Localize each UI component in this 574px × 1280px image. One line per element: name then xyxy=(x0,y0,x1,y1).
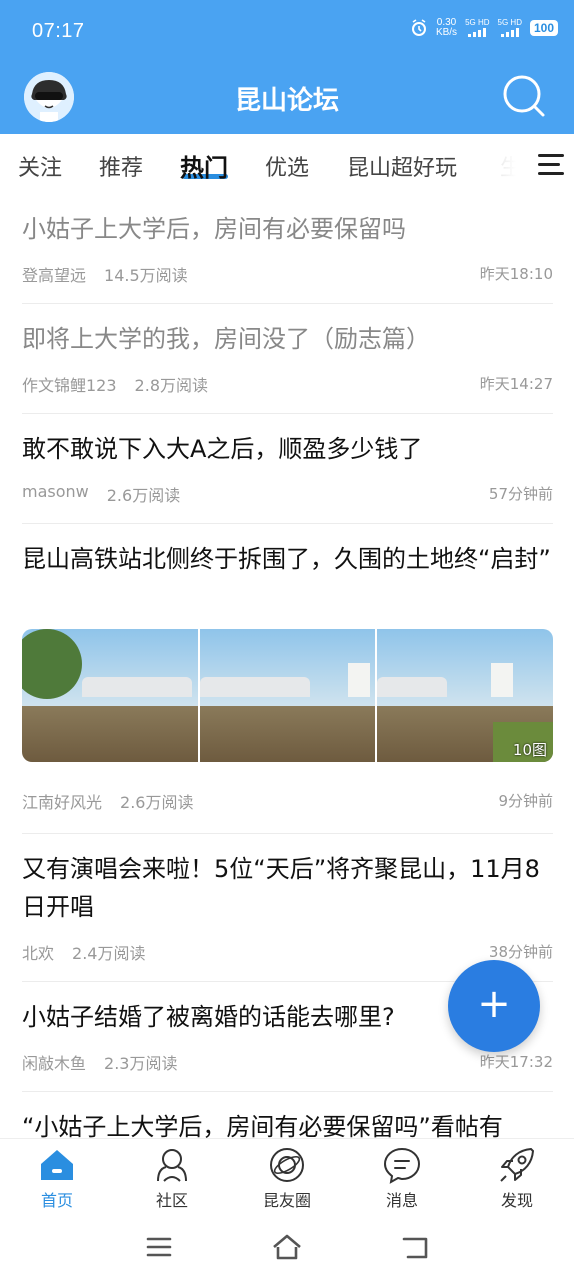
post-meta: 江南好风光 2.6万阅读 xyxy=(22,789,193,813)
nav-friend-circle[interactable]: 昆友圈 xyxy=(247,1145,327,1211)
tab-kunshan-fun[interactable]: 昆山超好玩 xyxy=(347,150,457,182)
post-time: 57分钟前 xyxy=(488,485,553,503)
top-bar: 07:17 0.30 KB/s 5G HD 5G HD 100 昆山论坛 xyxy=(0,0,574,134)
bottom-nav: 首页 社区 昆友圈 消息 发现 xyxy=(0,1138,574,1216)
tab-fade-overlay xyxy=(474,134,534,198)
nav-home-label: 首页 xyxy=(40,1191,73,1210)
battery-level: 100 xyxy=(529,20,558,36)
search-icon xyxy=(503,75,545,117)
post-reads: 2.6万阅读 xyxy=(106,486,181,505)
post-title: 敢不敢说下入大A之后，顺盈多少钱了 xyxy=(22,435,423,463)
rocket-icon xyxy=(500,1147,535,1182)
post-time: 昨天17:32 xyxy=(479,1053,553,1071)
home-icon xyxy=(41,1150,73,1180)
network-speed: 0.30 KB/s xyxy=(436,18,457,38)
post-reads: 14.5万阅读 xyxy=(104,266,188,285)
list-item[interactable]: 即将上大学的我，房间没了（励志篇） 作文锦鲤123 2.8万阅读 昨天14:27 xyxy=(22,320,553,414)
status-icons: 0.30 KB/s 5G HD 5G HD 100 xyxy=(410,18,558,38)
list-item[interactable]: “小姑子上大学后，房间有必要保留吗”看帖有 xyxy=(22,1108,553,1138)
tab-hot[interactable]: 热门 xyxy=(180,134,236,198)
post-time: 9分钟前 xyxy=(498,792,553,810)
post-reads: 2.4万阅读 xyxy=(72,944,146,963)
speed-unit: KB/s xyxy=(435,27,458,38)
post-author: 江南好风光 xyxy=(22,793,103,812)
post-reads: 2.6万阅读 xyxy=(120,793,194,812)
post-time: 昨天18:10 xyxy=(479,265,553,283)
signal-2: 5G HD xyxy=(498,19,522,37)
list-item[interactable]: 小姑子上大学后，房间有必要保留吗 登高望远 14.5万阅读 昨天18:10 xyxy=(22,210,553,304)
post-author: 北欢 xyxy=(22,944,55,963)
post-title: “小姑子上大学后，房间有必要保留吗”看帖有 xyxy=(22,1113,503,1138)
post-author: 闲敲木鱼 xyxy=(22,1054,87,1073)
status-bar: 07:17 0.30 KB/s 5G HD 5G HD 100 xyxy=(0,0,574,64)
tab-recommend[interactable]: 推荐 xyxy=(99,150,143,182)
category-tabs: 关注 推荐 热门 优选 昆山超好玩 生 xyxy=(0,134,574,198)
post-title: 即将上大学的我，房间没了（励志篇） xyxy=(22,325,430,353)
signal-1: 5G HD xyxy=(465,18,490,37)
post-title: 又有演唱会来啦！5位“天后”将齐聚昆山，11月8日开唱 xyxy=(22,855,540,921)
list-item[interactable]: 敢不敢说下入大A之后，顺盈多少钱了 masonw 2.6万阅读 57分钟前 xyxy=(22,430,553,524)
post-meta: 闲敲木鱼 2.3万阅读 xyxy=(22,1050,177,1074)
post-meta: 登高望远 14.5万阅读 xyxy=(22,262,188,286)
post-author: 登高望远 xyxy=(22,266,87,285)
post-photo[interactable]: 10图 xyxy=(377,629,553,762)
post-reads: 2.3万阅读 xyxy=(104,1054,178,1073)
community-icon xyxy=(157,1149,187,1182)
signal-2-label: 5G HD xyxy=(497,18,522,27)
create-post-button[interactable]: + xyxy=(448,960,540,1052)
signal-bars-icon xyxy=(500,27,519,37)
back-key-icon[interactable] xyxy=(398,1230,432,1264)
nav-discover-label: 发现 xyxy=(500,1191,533,1210)
tab-selected[interactable]: 优选 xyxy=(265,150,309,182)
post-photo[interactable] xyxy=(199,629,376,762)
post-time: 昨天14:27 xyxy=(479,375,553,393)
tab-hot-label: 热门 xyxy=(180,154,228,182)
system-nav-bar xyxy=(0,1216,574,1280)
post-author: masonw xyxy=(22,482,89,501)
nav-messages[interactable]: 消息 xyxy=(362,1145,442,1211)
nav-community-label: 社区 xyxy=(155,1191,188,1210)
nav-messages-label: 消息 xyxy=(385,1191,418,1210)
plus-icon: + xyxy=(477,981,511,1027)
search-button[interactable] xyxy=(502,74,546,118)
nav-community[interactable]: 社区 xyxy=(132,1145,212,1211)
app-header: 昆山论坛 xyxy=(0,64,574,134)
image-count-badge: 10图 xyxy=(512,741,548,759)
nav-friend-circle-label: 昆友圈 xyxy=(262,1191,311,1210)
alarm-icon xyxy=(411,19,426,36)
nav-discover[interactable]: 发现 xyxy=(477,1145,557,1211)
signal-bars-icon xyxy=(468,27,487,37)
list-item[interactable]: 昆山高铁站北侧终于拆围了，久围的土地终“启封” 10图 江南好风光 2.6万阅读… xyxy=(22,540,553,834)
post-time: 38分钟前 xyxy=(488,943,553,961)
tab-menu-icon[interactable] xyxy=(538,154,564,176)
message-icon xyxy=(383,1147,421,1184)
signal-1-label: 5G HD xyxy=(465,18,490,27)
status-time: 07:17 xyxy=(32,20,85,42)
home-key-icon[interactable] xyxy=(270,1230,304,1264)
tab-follow[interactable]: 关注 xyxy=(18,150,62,182)
nav-home[interactable]: 首页 xyxy=(17,1145,97,1211)
post-reads: 2.8万阅读 xyxy=(134,376,208,395)
post-meta: masonw 2.6万阅读 xyxy=(22,482,180,506)
planet-icon xyxy=(270,1148,304,1182)
post-title: 小姑子上大学后，房间有必要保留吗 xyxy=(22,215,406,243)
post-photo[interactable] xyxy=(22,629,198,762)
post-meta: 作文锦鲤123 2.8万阅读 xyxy=(22,372,208,396)
image-gallery[interactable]: 10图 xyxy=(22,629,553,762)
post-meta: 北欢 2.4万阅读 xyxy=(22,940,145,964)
post-author: 作文锦鲤123 xyxy=(22,376,117,395)
page-title: 昆山论坛 xyxy=(234,86,339,116)
menu-key-icon[interactable] xyxy=(142,1230,176,1264)
post-title: 昆山高铁站北侧终于拆围了，久围的土地终“启封” xyxy=(22,545,551,573)
